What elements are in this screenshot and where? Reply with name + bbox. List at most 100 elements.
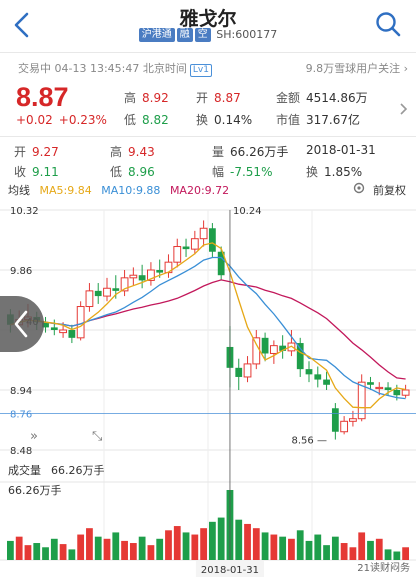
- kline-amplitude: 幅 -7.51%: [212, 165, 273, 179]
- ma10-value: MA10:9.88: [101, 184, 161, 197]
- volume-bar: [305, 540, 313, 560]
- volume-bar: [375, 538, 383, 560]
- volume-bar: [209, 521, 216, 560]
- volume-bar: [147, 545, 155, 560]
- quote-amount: 金额 4514.86万: [276, 91, 368, 105]
- kline-open: 开 9.27: [14, 145, 59, 159]
- volume-bar: [340, 543, 348, 560]
- candle-body: [384, 387, 392, 390]
- volume-bar: [7, 540, 14, 560]
- top-bar: 雅戈尔 沪港通融空 SH:600177: [0, 0, 416, 50]
- candle-body: [112, 288, 120, 291]
- y-axis-label: 8.48: [10, 446, 32, 457]
- kline-volume: 量 66.26万手: [212, 145, 289, 159]
- volume-legend: 成交量 66.26万手: [8, 462, 115, 478]
- volume-bar: [77, 534, 85, 560]
- y-axis-label: 9.86: [10, 266, 32, 277]
- kline-chart[interactable]: 10.329.868.948.768.484010.248.56 —»⤡2018…: [0, 198, 416, 584]
- volume-bar: [121, 540, 128, 560]
- gear-icon[interactable]: [352, 181, 366, 195]
- previous-stock-button[interactable]: [0, 296, 44, 352]
- volume-bar: [279, 536, 287, 560]
- candle-body: [331, 408, 339, 432]
- trading-status: 交易中 04-13 13:45:47 北京时间 Lv1 9.8万雪球用户关注 ›: [0, 56, 416, 78]
- volume-max-label: 66.26万手: [8, 484, 62, 497]
- volume-bar: [59, 544, 67, 560]
- candle-body: [76, 306, 85, 339]
- change-value: +0.02: [16, 113, 53, 127]
- volume-bar: [367, 540, 374, 560]
- volume-bar: [68, 549, 76, 560]
- search-icon[interactable]: [374, 10, 402, 38]
- candle-body: [323, 379, 330, 385]
- candle-body: [199, 227, 208, 240]
- kline-high: 高 9.43: [110, 145, 155, 159]
- candle-body: [68, 330, 76, 338]
- ma-title: 均线: [8, 184, 30, 197]
- followers-count: 9.8万雪球用户关注: [305, 62, 401, 75]
- volume-bar: [112, 532, 120, 560]
- quote-market-cap: 市值 317.67亿: [276, 113, 361, 127]
- candle-body: [85, 290, 94, 308]
- candle-body: [182, 246, 190, 250]
- volume-bar: [156, 538, 164, 560]
- volume-bar: [50, 538, 58, 560]
- candle-body: [375, 386, 384, 390]
- min-price-label: 8.56 —: [292, 436, 327, 447]
- volume-bar: [15, 536, 23, 560]
- kline-date: 2018-01-31: [306, 143, 376, 157]
- volume-bar: [173, 526, 181, 560]
- volume-bar: [86, 528, 93, 560]
- stock-name: 雅戈尔: [179, 8, 237, 30]
- candle-body: [59, 329, 67, 334]
- volume-bar: [323, 545, 330, 560]
- volume-bar: [129, 543, 137, 560]
- quote-turnover: 换 0.14%: [196, 113, 253, 127]
- tag-short: 空: [194, 28, 211, 42]
- volume-bar: [288, 538, 295, 560]
- quote-open: 开 8.87: [196, 91, 241, 105]
- ma5-value: MA5:9.84: [39, 184, 92, 197]
- volume-bar: [314, 534, 322, 560]
- adjust-mode-button[interactable]: 前复权: [373, 182, 406, 198]
- candle-body: [190, 238, 199, 250]
- candle-body: [235, 367, 243, 377]
- volume-bar: [270, 534, 278, 560]
- volume-bar: [349, 547, 357, 560]
- candle-body: [129, 274, 138, 279]
- candle-body: [243, 363, 252, 378]
- candle-body: [156, 270, 164, 273]
- volume-title: 成交量: [8, 464, 41, 477]
- candle-body: [103, 287, 111, 297]
- quote-low: 低 8.82: [124, 113, 169, 127]
- kline-low: 低 8.96: [110, 165, 155, 179]
- expand-icon[interactable]: ⤡: [92, 429, 103, 444]
- candle-body: [367, 382, 374, 385]
- candle-body: [94, 290, 102, 297]
- candle-body: [349, 418, 357, 422]
- kline-close: 收 9.11: [14, 165, 59, 179]
- volume-bar: [94, 536, 102, 560]
- volume-bar: [42, 547, 49, 560]
- candle-body: [252, 337, 261, 365]
- volume-bar: [165, 530, 172, 560]
- candle-body: [50, 327, 58, 330]
- volume-bar: [33, 543, 41, 560]
- quote-divider: [0, 136, 416, 137]
- followers-link[interactable]: 9.8万雪球用户关注 ›: [306, 60, 408, 76]
- double-chevron-icon[interactable]: »: [30, 429, 38, 444]
- volume-bar: [331, 536, 339, 560]
- chevron-right-icon[interactable]: [398, 103, 408, 115]
- y-axis-label: 8.94: [10, 386, 32, 397]
- kline-turnover: 换 1.85%: [306, 165, 363, 179]
- y-axis-label: 10.32: [10, 206, 39, 217]
- tag-hk-connect: 沪港通: [138, 28, 175, 42]
- ma20-value: MA20:9.72: [169, 184, 230, 197]
- volume-bar: [235, 519, 243, 560]
- date-label: 2018-01-31: [201, 565, 259, 576]
- volume-bar: [182, 532, 190, 560]
- volume-bar: [358, 532, 366, 560]
- candle-body: [261, 337, 269, 354]
- price-change: +0.02 +0.23%: [16, 113, 113, 127]
- stock-code: SH:600177: [216, 28, 278, 41]
